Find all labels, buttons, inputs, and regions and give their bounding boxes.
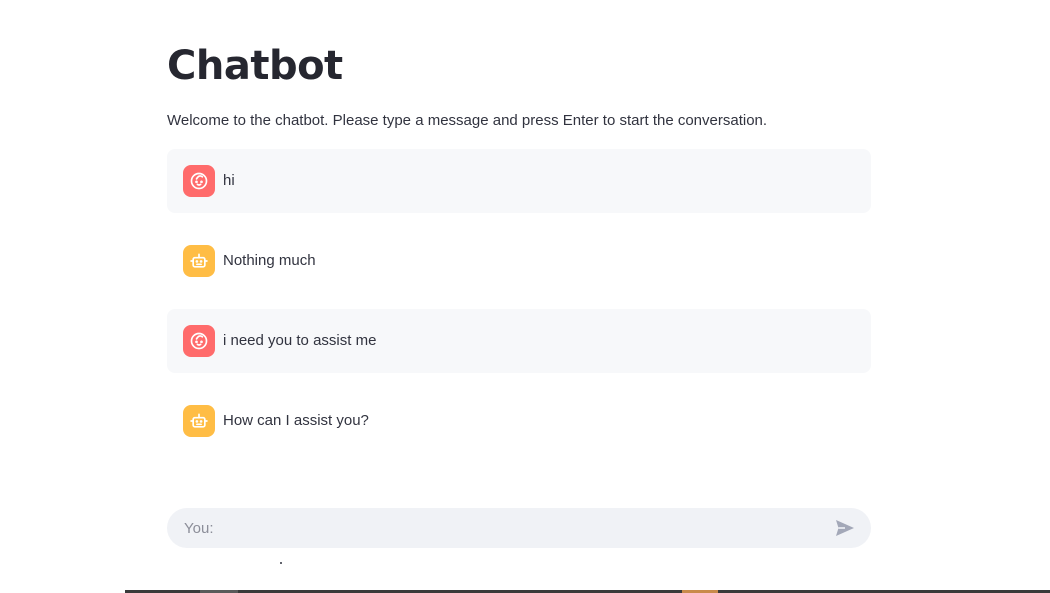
welcome-text: Welcome to the chatbot. Please type a me… <box>167 112 768 129</box>
chat-message-assistant: How can I assist you? <box>167 389 871 453</box>
user-face-icon <box>190 172 208 190</box>
send-button[interactable] <box>833 516 857 540</box>
message-text: hi <box>223 172 235 189</box>
user-avatar <box>183 165 215 197</box>
user-avatar <box>183 325 215 357</box>
chat-input-field[interactable] <box>184 519 833 537</box>
robot-icon <box>190 253 208 268</box>
message-text: Nothing much <box>223 252 316 269</box>
chat-message-user: i need you to assist me <box>167 309 871 373</box>
chat-message-user: hi <box>167 149 871 213</box>
stray-dot <box>280 562 282 564</box>
message-text: How can I assist you? <box>223 412 369 429</box>
assistant-avatar <box>183 245 215 277</box>
robot-icon <box>190 413 208 428</box>
send-icon <box>836 520 854 536</box>
assistant-avatar <box>183 405 215 437</box>
chat-input-bar <box>167 508 871 548</box>
chat-message-assistant: Nothing much <box>167 229 871 293</box>
page-title: Chatbot <box>167 43 343 89</box>
message-text: i need you to assist me <box>223 332 377 349</box>
user-face-icon <box>190 332 208 350</box>
